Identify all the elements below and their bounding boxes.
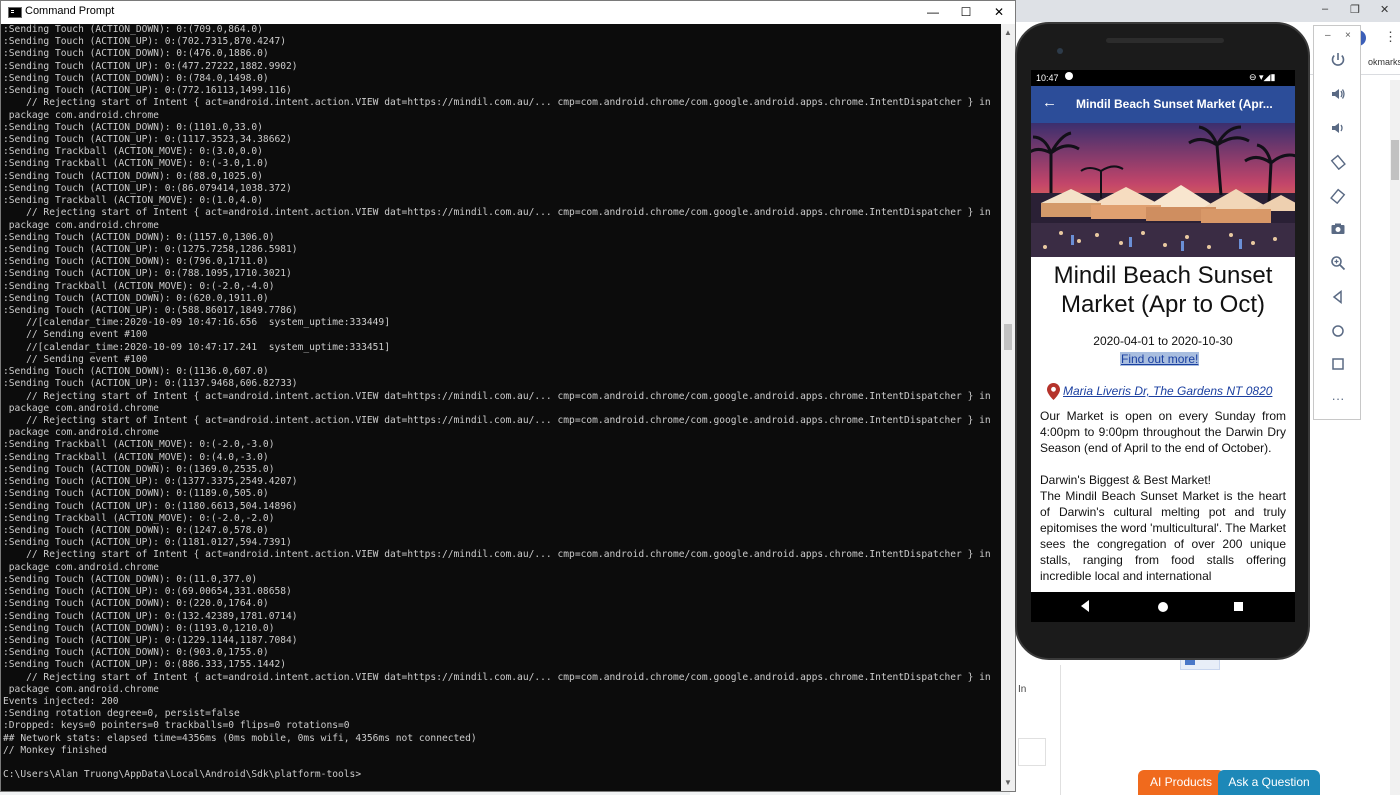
phone-earpiece [1106,38,1224,43]
android-nav-bar [1031,592,1295,622]
ask-a-question-button[interactable]: Ask a Question [1218,770,1320,795]
back-arrow-icon[interactable]: ← [1042,94,1057,111]
event-title: Mindil Beach Sunset Market (Apr to Oct) [1053,262,1273,318]
google-notification-icon [1065,72,1073,80]
browser-restore-button[interactable]: ❐ [1350,3,1360,16]
browser-bookmarks-label[interactable]: okmarks [1368,57,1400,67]
browser-scrollbar-thumb[interactable] [1391,140,1399,180]
console-scrollbar[interactable]: ▲ ▼ [1001,24,1015,791]
browser-minimize-button[interactable]: – [1322,3,1328,15]
zoom-icon[interactable] [1327,252,1349,274]
overview-icon[interactable] [1327,353,1349,375]
cmd-window-title: Command Prompt [25,5,115,17]
status-time: 10:47 [1036,73,1059,83]
event-description-heading: Darwin's Biggest & Best Market! [1040,473,1212,487]
event-description-paragraph-2: The Mindil Beach Sunset Market is the he… [1040,489,1286,583]
event-address-link[interactable]: Maria Liveris Dr, The Gardens NT 0820 [1063,384,1272,398]
location-pin-icon [1047,383,1060,400]
phone-camera [1057,48,1063,54]
more-options-icon[interactable]: ··· [1327,387,1349,409]
nav-back-icon[interactable] [1081,600,1089,612]
back-icon[interactable] [1327,286,1349,308]
status-bar: 10:47 ⊖ ▾◢▮ [1031,70,1295,86]
volume-up-icon[interactable] [1327,83,1349,105]
event-content[interactable]: Mindil Beach Sunset Market (Apr to Oct) … [1031,257,1295,592]
app-bar-title: Mindil Beach Sunset Market (Apr... [1076,97,1273,111]
browser-menu-icon[interactable]: ⋮ [1384,29,1397,45]
cmd-titlebar[interactable]: Command Prompt — ☐ ✕ [1,1,1015,24]
nav-recents-icon[interactable] [1234,602,1243,611]
event-description-paragraph-1: Our Market is open on every Sunday from … [1040,409,1286,455]
event-description: Our Market is open on every Sunday from … [1040,408,1286,584]
console-scrollbar-thumb[interactable] [1004,324,1012,350]
browser-scrollbar[interactable] [1390,80,1400,795]
find-out-more-link[interactable]: Find out more! [1120,352,1200,366]
power-icon[interactable] [1327,49,1349,71]
browser-tab-strip [1010,0,1400,22]
phone-screen[interactable]: 10:47 ⊖ ▾◢▮ ← Mindil Beach Sunset Market… [1031,70,1295,622]
emulator-minimize-button[interactable]: – [1325,30,1331,41]
emulator-close-button[interactable]: × [1345,30,1351,41]
scroll-up-icon[interactable]: ▲ [1004,28,1012,37]
camera-icon[interactable] [1327,218,1349,240]
cmd-maximize-button[interactable]: ☐ [949,1,983,24]
volume-down-icon[interactable] [1327,117,1349,139]
cmd-app-icon [8,7,22,18]
browser-partial-box [1018,738,1046,766]
rotate-left-icon[interactable] [1327,151,1349,173]
browser-partial-text: In [1018,684,1027,695]
cmd-close-button[interactable]: ✕ [982,1,1016,24]
console-output[interactable]: :Sending Touch (ACTION_DOWN): 0:(709.0,8… [1,24,1001,791]
scroll-down-icon[interactable]: ▼ [1004,778,1012,787]
nav-home-icon[interactable] [1158,602,1168,612]
app-bar: ← Mindil Beach Sunset Market (Apr... [1031,86,1295,123]
rotate-right-icon[interactable] [1327,185,1349,207]
status-system-icons: ⊖ ▾◢▮ [1249,72,1276,82]
command-prompt-window: Command Prompt — ☐ ✕ :Sending Touch (ACT… [0,0,1016,792]
event-dates: 2020-04-01 to 2020-10-30 [1093,334,1233,348]
cmd-minimize-button[interactable]: — [916,1,950,24]
home-icon[interactable] [1327,320,1349,342]
ai-products-button[interactable]: AI Products [1138,770,1224,795]
console-text: :Sending Touch (ACTION_DOWN): 0:(709.0,8… [3,24,991,781]
event-hero-image [1031,123,1295,257]
browser-close-button[interactable]: ✕ [1380,3,1389,16]
